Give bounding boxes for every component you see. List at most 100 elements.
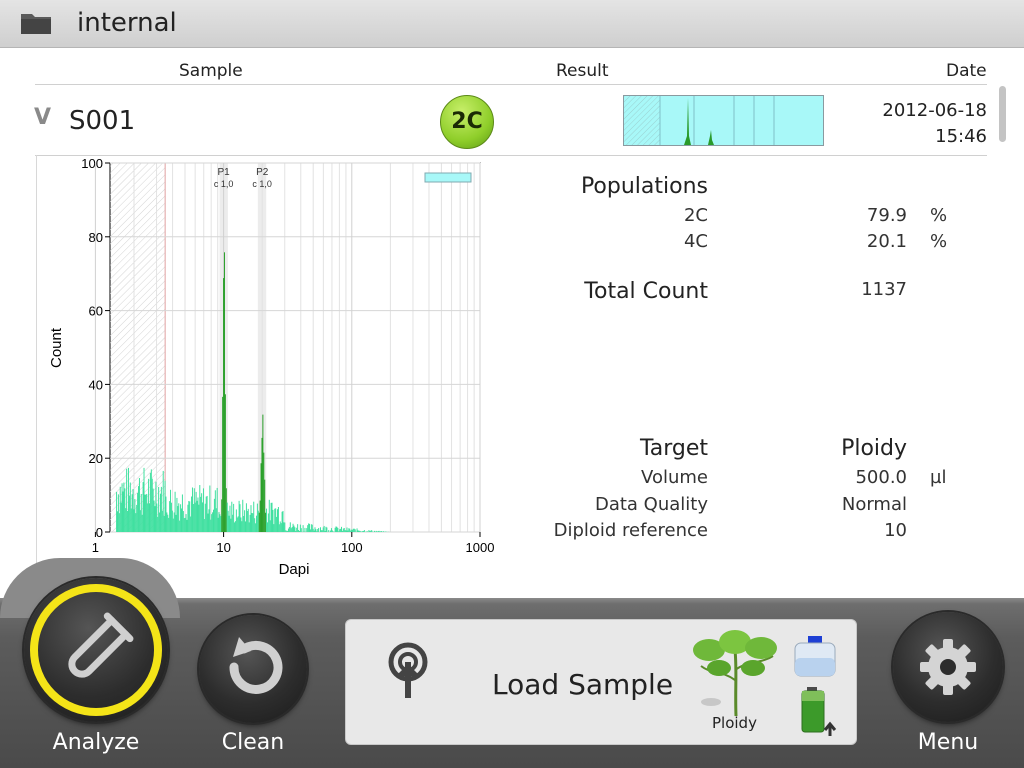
histogram-bar: [288, 526, 290, 532]
histogram-bar: [302, 525, 304, 532]
analyze-label[interactable]: Analyze: [36, 730, 156, 755]
gate-sublabel: c 1,0: [252, 179, 272, 189]
histogram-bar: [222, 396, 224, 532]
load-sample-icon: [388, 642, 428, 698]
histogram-bar: [202, 488, 204, 532]
histogram-bar: [210, 519, 212, 532]
menu-label[interactable]: Menu: [888, 730, 1008, 755]
expand-chevron-icon[interactable]: V: [34, 105, 51, 130]
histogram-bar: [164, 480, 166, 532]
histogram-bar: [176, 497, 178, 532]
histogram-bar: [346, 527, 348, 532]
histogram-bar: [371, 530, 373, 532]
histogram-bar: [167, 514, 169, 532]
histogram-bar: [309, 529, 311, 532]
target-heading: Target: [639, 436, 708, 461]
load-sample-label[interactable]: Load Sample: [492, 668, 673, 701]
histogram-bar: [226, 502, 228, 532]
histogram-bar: [353, 528, 355, 532]
histogram-bar: [190, 516, 192, 532]
column-header-sample[interactable]: Sample: [179, 61, 243, 81]
histogram-bar: [177, 506, 179, 532]
histogram-bar: [134, 499, 136, 532]
histogram-bar: [228, 515, 230, 532]
population-label: 2C: [683, 205, 708, 226]
histogram-bar: [117, 494, 119, 532]
histogram-bar: [259, 500, 261, 532]
histogram-bar: [296, 527, 298, 532]
histogram-bar: [139, 510, 141, 532]
histogram-chart: 0204060801001 10 100 1000P1c 1,0P2c 1,0 Cou…: [36, 155, 495, 585]
histogram-bar: [221, 499, 223, 532]
refresh-icon: [229, 637, 283, 694]
clean-label[interactable]: Clean: [193, 730, 313, 755]
histogram-bar: [163, 515, 165, 532]
clean-button[interactable]: [199, 615, 307, 723]
histogram-bar: [216, 487, 218, 532]
histogram-bar: [279, 521, 281, 532]
population-value: 20.1: [866, 231, 907, 252]
histogram-bar: [247, 508, 249, 532]
column-header-date[interactable]: Date: [946, 61, 987, 81]
histogram-bar: [293, 525, 295, 532]
sample-name: S001: [69, 106, 136, 136]
histogram-bar: [230, 518, 232, 532]
populations-heading: Populations: [580, 174, 708, 199]
histogram-bar: [283, 522, 285, 532]
histogram-bar: [193, 488, 195, 532]
histogram-bar: [192, 504, 194, 532]
histogram-bar: [251, 512, 253, 532]
detail-label: Volume: [641, 467, 708, 488]
histogram-bar: [352, 528, 354, 532]
scrollbar-thumb[interactable]: [999, 86, 1006, 142]
histogram-bar: [299, 524, 301, 532]
histogram-bar: [255, 515, 257, 532]
histogram-bar: [354, 529, 356, 532]
load-sample-panel[interactable]: Load Sample Ploidy: [345, 619, 857, 745]
legend-box: [424, 172, 472, 183]
histogram-bar: [250, 505, 252, 532]
histogram-bar: [348, 528, 350, 532]
histogram-bar: [351, 529, 353, 532]
detail-unit: µl: [930, 467, 947, 488]
detail-label: Data Quality: [594, 494, 708, 515]
histogram-bar: [194, 502, 196, 532]
histogram-bar: [370, 530, 372, 532]
histogram-bar: [246, 511, 248, 532]
histogram-bar: [224, 394, 226, 532]
histogram-bar: [159, 512, 161, 532]
histogram-bar: [168, 517, 170, 532]
histogram-bar: [220, 516, 222, 532]
histogram-bar: [362, 530, 364, 532]
histogram-bar: [141, 514, 143, 532]
title-bar: internal: [0, 0, 1024, 48]
histogram-bar: [244, 510, 246, 532]
header-divider: [35, 84, 987, 85]
histogram-bar: [159, 493, 161, 532]
histogram-bar: [287, 528, 289, 532]
histogram-bar: [219, 514, 221, 532]
histogram-bar: [140, 493, 142, 532]
histogram-bar: [148, 503, 150, 532]
histogram-bar: [287, 530, 289, 532]
histogram-bar: [150, 469, 152, 532]
histogram-bar: [154, 506, 156, 532]
x-tick-label: 1000: [466, 540, 495, 555]
histogram-bar: [350, 530, 352, 532]
histogram-bar: [188, 501, 190, 532]
population-value: 79.9: [866, 205, 907, 226]
histogram-bar: [201, 493, 203, 532]
histogram-bar: [304, 527, 306, 532]
histogram-bar: [137, 492, 139, 532]
histogram-bar: [205, 496, 207, 532]
detail-value: Normal: [841, 494, 907, 515]
histogram-bar: [243, 516, 245, 532]
histogram-bar: [300, 528, 302, 532]
analyze-button[interactable]: [24, 578, 168, 722]
column-header-result[interactable]: Result: [556, 61, 609, 81]
histogram-bar: [204, 503, 206, 532]
menu-button[interactable]: [893, 612, 1003, 722]
histogram-bar: [255, 523, 257, 532]
histogram-bar: [208, 509, 210, 532]
histogram-bar: [330, 530, 332, 532]
